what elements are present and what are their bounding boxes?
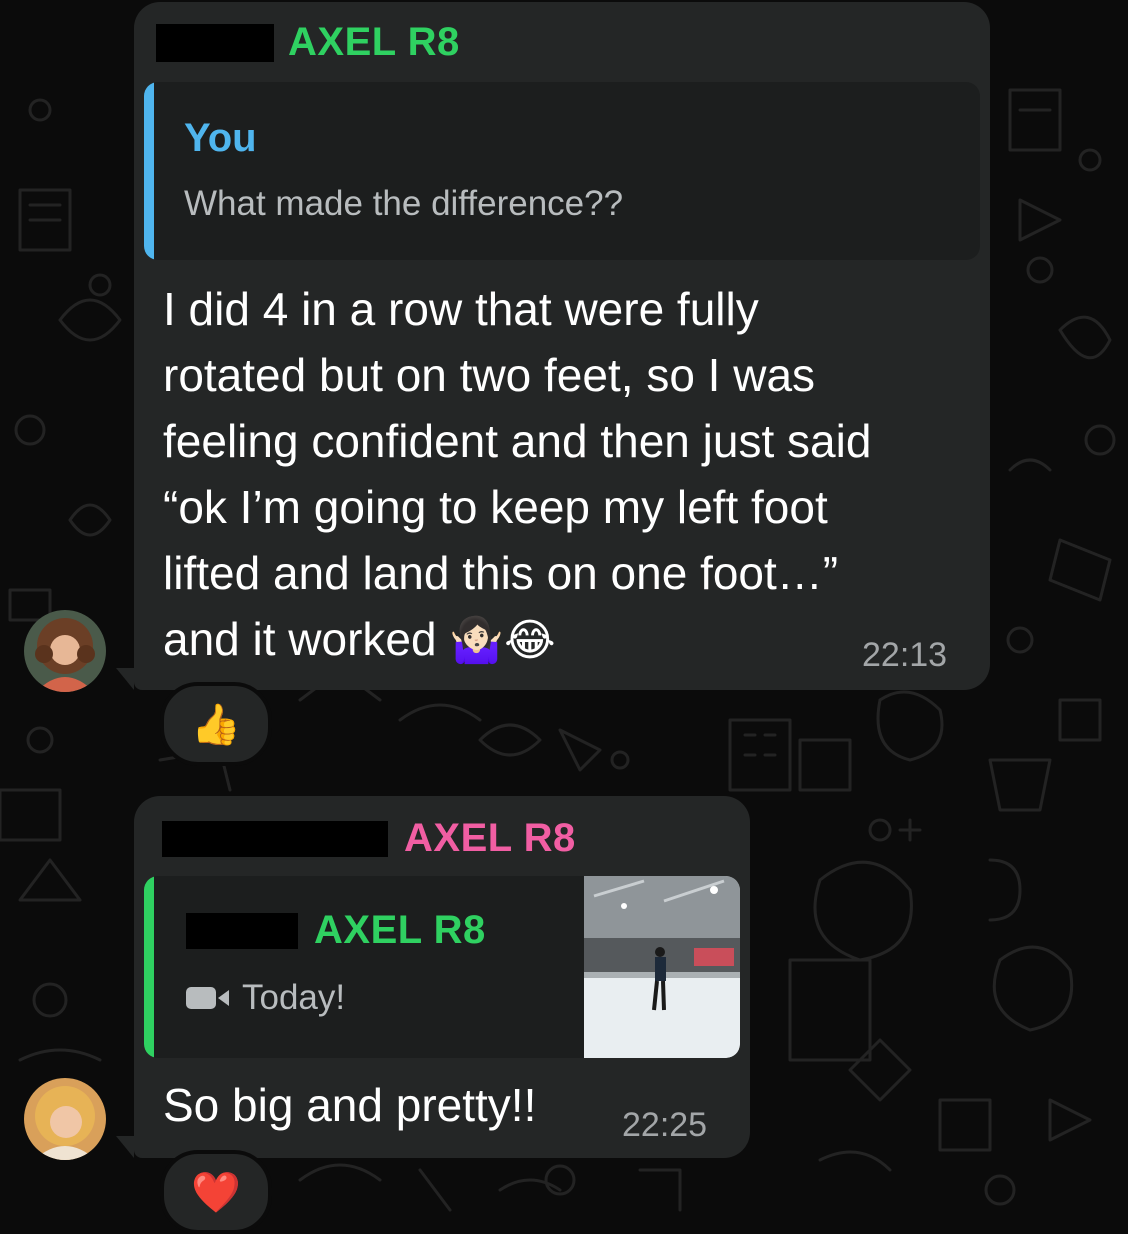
message-line: feeling confident and then just said <box>163 415 872 467</box>
message-line: “ok I’m going to keep my left foot <box>163 481 828 533</box>
redacted-name <box>156 23 274 62</box>
video-camera-icon <box>186 987 229 1009</box>
avatar[interactable] <box>24 610 106 692</box>
ice-rink-skater-thumbnail-icon <box>584 876 740 1058</box>
message-text: So big and pretty!! <box>163 1072 536 1138</box>
reaction-thumbs-up[interactable]: 👍 <box>160 682 272 766</box>
redacted-name <box>186 912 298 949</box>
message-line: I did 4 in a row that were fully <box>163 283 759 335</box>
message-bubble[interactable]: AXEL R8 You What made the difference?? I… <box>134 2 990 690</box>
message-text: I did 4 in a row that were fully rotated… <box>163 276 871 674</box>
quote-bar <box>144 876 154 1058</box>
reaction-heart[interactable]: ❤️ <box>160 1150 272 1234</box>
redacted-name <box>162 820 388 857</box>
sender-row: AXEL R8 <box>162 816 576 861</box>
bubble-tail <box>116 668 134 690</box>
quote-author: AXEL R8 <box>314 908 486 952</box>
message-timestamp: 22:25 <box>622 1106 708 1144</box>
quote-media-row: Today! <box>186 978 345 1018</box>
avatar-curly-hair-icon <box>24 610 106 692</box>
sender-name[interactable]: AXEL R8 <box>404 816 576 861</box>
quote-author-row: AXEL R8 <box>186 908 486 953</box>
bubble-tail <box>116 1136 134 1158</box>
sender-name[interactable]: AXEL R8 <box>288 20 460 65</box>
quote-author: You <box>184 116 257 160</box>
message-line: rotated but on two feet, so I was <box>163 349 816 401</box>
emoji-shrug-laugh: 🤷🏻‍♀️😂 <box>449 616 556 665</box>
sender-row: AXEL R8 <box>156 20 460 65</box>
quote-text: Today! <box>242 978 346 1017</box>
avatar[interactable] <box>24 1078 106 1160</box>
video-thumbnail[interactable] <box>584 876 740 1058</box>
message-line: lifted and land this on one foot…” <box>163 547 839 599</box>
reply-quote[interactable]: You What made the difference?? <box>144 82 980 260</box>
message-bubble[interactable]: AXEL R8 AXEL R8 Today! So big and pretty… <box>134 796 750 1158</box>
quote-bar <box>144 82 154 260</box>
quote-text: What made the difference?? <box>184 184 624 223</box>
message-line-text: and it worked <box>163 613 437 665</box>
chat-thread: AXEL R8 You What made the difference?? I… <box>0 0 1128 1234</box>
avatar-blonde-hair-icon <box>24 1078 106 1160</box>
message-line: So big and pretty!! <box>163 1079 537 1131</box>
message-line: and it worked 🤷🏻‍♀️😂 <box>163 606 871 674</box>
message-timestamp: 22:13 <box>862 636 948 674</box>
reply-quote[interactable]: AXEL R8 Today! <box>144 876 740 1058</box>
